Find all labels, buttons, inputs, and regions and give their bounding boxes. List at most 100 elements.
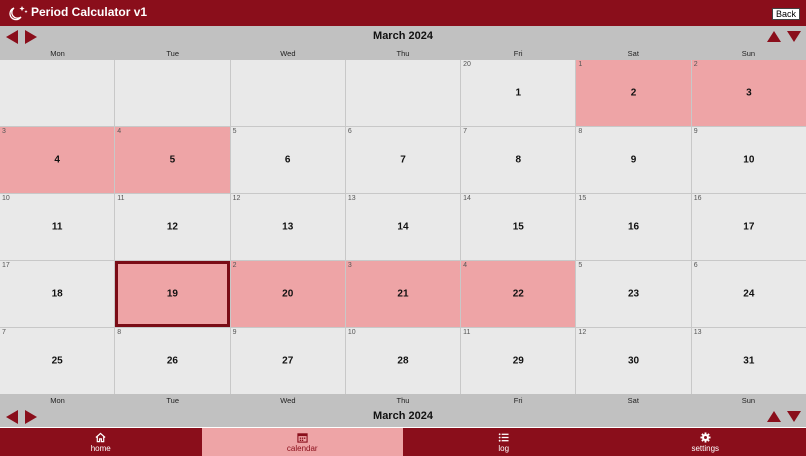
calendar-day-cell[interactable]: 14 15 — [461, 194, 576, 260]
calendar-day-cell[interactable]: 10 28 — [345, 328, 461, 394]
day-number: 11 — [51, 221, 63, 233]
cycle-day-number: 16 — [693, 195, 702, 202]
tab-calendar[interactable]: calendar — [201, 428, 403, 456]
cycle-day-number: 14 — [463, 195, 471, 202]
calendar-day-cell[interactable]: 9 27 — [230, 328, 345, 394]
calendar-day-cell[interactable]: 56 — [230, 127, 345, 193]
calendar-day-cell[interactable]: 89 — [576, 127, 691, 193]
calendar-day-cell[interactable]: 12 30 — [576, 328, 691, 394]
calendar-day-cell[interactable]: 11 12 — [115, 194, 230, 260]
cycle-day-number: 11 — [463, 329, 471, 336]
day-number: 10 — [743, 154, 755, 166]
scroll-up-arrow-icon[interactable] — [767, 31, 781, 42]
tab-settings[interactable]: settings — [605, 428, 806, 456]
calendar-empty-cell — [345, 60, 461, 126]
weekday-label: Sun — [741, 49, 756, 58]
calendar-day-cell[interactable]: 15 16 — [576, 194, 691, 260]
scroll-up-arrow-icon[interactable] — [767, 411, 781, 422]
calendar-day-cell[interactable]: 17 18 — [0, 261, 115, 327]
cycle-day-number: 6 — [347, 128, 352, 135]
weekday-header-top: Mon Tue Wed Thu Fri Sat Sun — [0, 47, 806, 60]
calendar-day-cell[interactable]: 3 21 — [345, 261, 461, 327]
cycle-day-number: 9 — [232, 329, 237, 336]
scroll-down-arrow-icon[interactable] — [787, 31, 801, 42]
calendar-icon — [297, 433, 308, 443]
month-nav-bottom: March 2024 — [0, 406, 806, 427]
cycle-day-number: 17 — [2, 262, 10, 269]
gear-icon — [700, 432, 711, 443]
calendar-day-cell[interactable]: 78 — [461, 127, 576, 193]
day-number: 2 — [630, 87, 637, 99]
tab-home[interactable]: home — [0, 428, 202, 456]
cycle-day-number: 8 — [578, 128, 583, 135]
day-number: 6 — [284, 154, 291, 166]
calendar-day-cell[interactable]: 34 — [0, 127, 115, 193]
cycle-day-number: 2 — [232, 262, 237, 269]
day-number: 14 — [397, 221, 409, 233]
day-number: 25 — [51, 355, 63, 367]
calendar-day-cell[interactable]: 11 29 — [461, 328, 576, 394]
calendar-day-cell[interactable]: 12 13 — [230, 194, 345, 260]
calendar-day-cell[interactable]: 19 — [115, 261, 230, 327]
calendar-day-cell[interactable]: 6 24 — [691, 261, 806, 327]
month-label: March 2024 — [373, 30, 433, 42]
moon-stars-icon — [9, 6, 28, 21]
cycle-day-number: 5 — [232, 128, 237, 135]
month-nav-top: March 2024 — [0, 26, 806, 47]
tab-log[interactable]: log — [403, 428, 605, 456]
calendar-day-cell[interactable]: 12 — [576, 60, 691, 126]
cycle-day-number: 6 — [693, 262, 698, 269]
day-number: 4 — [54, 154, 60, 166]
day-number: 9 — [630, 154, 637, 166]
calendar-empty-cell — [230, 60, 345, 126]
calendar-day-cell[interactable]: 16 17 — [691, 194, 806, 260]
cycle-day-number: 2 — [693, 61, 698, 68]
day-number: 26 — [166, 355, 178, 367]
weekday-label: Fri — [513, 49, 523, 58]
weekday-label: Thu — [396, 49, 410, 58]
month-label: March 2024 — [373, 410, 433, 422]
calendar-day-cell[interactable]: 67 — [345, 127, 461, 193]
cycle-day-number: 1 — [578, 61, 583, 68]
bottom-tab-bar: home calendar log settings — [0, 428, 806, 456]
calendar-day-cell[interactable]: 4 22 — [461, 261, 576, 327]
day-number: 13 — [282, 221, 294, 233]
day-number: 1 — [515, 87, 522, 99]
weekday-label: Wed — [280, 49, 296, 58]
calendar-day-cell[interactable]: 5 23 — [576, 261, 691, 327]
tab-label: calendar — [286, 444, 318, 453]
title-bar: Period Calculator v1 Back — [0, 0, 806, 26]
day-number: 30 — [628, 355, 640, 367]
day-number: 12 — [166, 221, 178, 233]
cycle-day-number: 11 — [117, 195, 125, 202]
cycle-day-number: 10 — [2, 195, 10, 202]
calendar-day-cell[interactable]: 8 26 — [115, 328, 230, 394]
day-number: 28 — [397, 355, 409, 367]
calendar-day-cell[interactable]: 13 31 — [691, 328, 806, 394]
back-button[interactable]: Back — [771, 8, 800, 20]
day-number: 22 — [512, 288, 524, 300]
cycle-day-number: 3 — [347, 262, 352, 269]
calendar-day-cell[interactable]: 10 11 — [0, 194, 115, 260]
calendar-day-cell[interactable]: 20 1 — [461, 60, 576, 126]
app-title: Period Calculator v1 — [31, 5, 148, 19]
calendar-day-cell[interactable]: 13 14 — [345, 194, 461, 260]
tab-label: settings — [691, 444, 720, 453]
weekday-label: Mon — [50, 49, 65, 58]
day-number: 21 — [397, 288, 409, 300]
calendar-day-cell[interactable]: 23 — [691, 60, 806, 126]
cycle-day-number: 4 — [463, 262, 468, 269]
cycle-day-number: 8 — [117, 329, 122, 336]
cycle-day-number: 9 — [693, 128, 698, 135]
calendar-day-cell[interactable]: 2 20 — [230, 261, 345, 327]
calendar-day-cell[interactable]: 45 — [115, 127, 230, 193]
day-number: 16 — [628, 221, 640, 233]
scroll-down-arrow-icon[interactable] — [787, 411, 801, 422]
calendar-day-cell[interactable]: 9 10 — [691, 127, 806, 193]
calendar-grid: 20 1 1 2 2 3 3 4 4 5 5 6 6 7 7 8 8 9 9 10 10 11 11 12 12 13 13 14 14… — [0, 60, 806, 394]
day-number: 20 — [282, 288, 294, 300]
cycle-day-number: 20 — [463, 61, 471, 68]
day-number: 18 — [51, 288, 63, 300]
cycle-day-number: 3 — [2, 128, 6, 135]
calendar-day-cell[interactable]: 7 25 — [0, 328, 115, 394]
